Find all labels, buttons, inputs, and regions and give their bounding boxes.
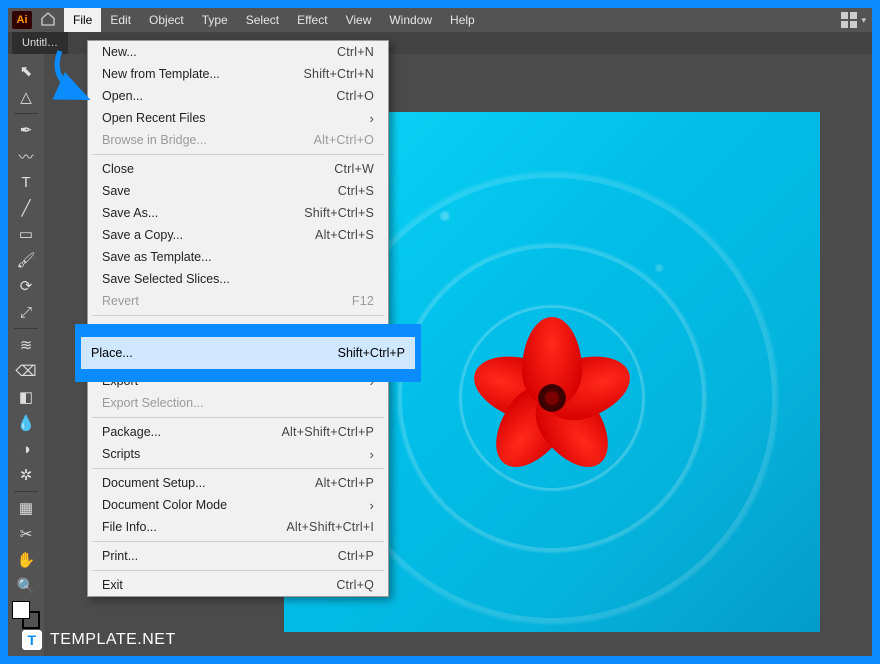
watermark: T TEMPLATE.NET	[22, 630, 176, 650]
document-tab[interactable]: Untitl…	[12, 32, 68, 54]
symbol-sprayer-tool[interactable]: ✲	[12, 462, 40, 488]
zoom-tool[interactable]: 🔍	[12, 573, 40, 599]
menu-item-open[interactable]: Open...Ctrl+O	[88, 85, 388, 107]
watermark-text: TEMPLATE.NET	[50, 631, 176, 649]
menu-item-exit[interactable]: ExitCtrl+Q	[88, 574, 388, 596]
menu-view[interactable]: View	[337, 8, 381, 32]
menu-item-document-setup[interactable]: Document Setup...Alt+Ctrl+P	[88, 472, 388, 494]
pen-tool[interactable]: ✒	[12, 117, 40, 143]
menu-item-export-selection: Export Selection...	[88, 392, 388, 414]
place-shortcut: Shift+Ctrl+P	[338, 346, 405, 360]
menu-item-save-selected-slices[interactable]: Save Selected Slices...	[88, 268, 388, 290]
home-icon[interactable]	[40, 11, 56, 30]
menu-item-open-recent-files[interactable]: Open Recent Files›	[88, 107, 388, 129]
selection-tool[interactable]: ⬉	[12, 58, 40, 84]
line-tool[interactable]: ╱	[12, 195, 40, 221]
menu-item-new[interactable]: New...Ctrl+N	[88, 41, 388, 63]
rotate-tool[interactable]: ⟳	[12, 273, 40, 299]
menu-help[interactable]: Help	[441, 8, 484, 32]
place-label[interactable]: Place...	[91, 346, 133, 360]
eyedropper-tool[interactable]: 💧	[12, 410, 40, 436]
paintbrush-tool[interactable]: 🖌	[12, 247, 40, 273]
width-tool[interactable]: ≋	[12, 332, 40, 358]
menu-item-file-info[interactable]: File Info...Alt+Shift+Ctrl+I	[88, 516, 388, 538]
artboard-tool[interactable]: ▦	[12, 495, 40, 521]
scale-tool[interactable]: ⤢	[12, 299, 40, 325]
menu-window[interactable]: Window	[380, 8, 441, 32]
file-menu-dropdown: New...Ctrl+NNew from Template...Shift+Ct…	[87, 40, 389, 597]
menu-type[interactable]: Type	[193, 8, 237, 32]
tutorial-frame: Ai FileEditObjectTypeSelectEffectViewWin…	[0, 0, 880, 664]
menu-item-save-as[interactable]: Save As...Shift+Ctrl+S	[88, 202, 388, 224]
fill-stroke-swatch[interactable]	[12, 601, 40, 629]
menu-object[interactable]: Object	[140, 8, 193, 32]
eraser-tool[interactable]: ⌫	[12, 358, 40, 384]
app-logo: Ai	[12, 11, 32, 29]
menu-item-save-as-template[interactable]: Save as Template...	[88, 246, 388, 268]
flower-image	[467, 313, 637, 483]
hand-tool[interactable]: ✋	[12, 547, 40, 573]
rectangle-tool[interactable]: ▭	[12, 221, 40, 247]
blend-tool[interactable]: ◑	[12, 436, 40, 462]
workspace-switcher-icon[interactable]: ▾	[841, 12, 866, 28]
direct-selection-tool[interactable]: △	[12, 84, 40, 110]
menu-item-new-from-template[interactable]: New from Template...Shift+Ctrl+N	[88, 63, 388, 85]
curvature-tool[interactable]: 〰	[12, 143, 40, 169]
menu-effect[interactable]: Effect	[288, 8, 336, 32]
slice-tool[interactable]: ✂	[12, 521, 40, 547]
menu-select[interactable]: Select	[237, 8, 288, 32]
illustrator-window: Ai FileEditObjectTypeSelectEffectViewWin…	[8, 8, 872, 656]
menu-file[interactable]: File	[64, 8, 101, 32]
watermark-logo-icon: T	[22, 630, 42, 650]
type-tool[interactable]: T	[12, 169, 40, 195]
menu-item-close[interactable]: CloseCtrl+W	[88, 158, 388, 180]
menu-item-scripts[interactable]: Scripts›	[88, 443, 388, 465]
menu-item-print[interactable]: Print...Ctrl+P	[88, 545, 388, 567]
menu-item-browse-in-bridge: Browse in Bridge...Alt+Ctrl+O	[88, 129, 388, 151]
menu-bar: Ai FileEditObjectTypeSelectEffectViewWin…	[8, 8, 872, 32]
place-highlight: Place... Shift+Ctrl+P	[75, 324, 421, 382]
menu-item-package[interactable]: Package...Alt+Shift+Ctrl+P	[88, 421, 388, 443]
menu-item-save-a-copy[interactable]: Save a Copy...Alt+Ctrl+S	[88, 224, 388, 246]
tool-panel: ⬉△✒〰T╱▭🖌⟳⤢≋⌫◧💧◑✲▦✂✋🔍	[8, 54, 44, 656]
menu-item-save[interactable]: SaveCtrl+S	[88, 180, 388, 202]
gradient-tool[interactable]: ◧	[12, 384, 40, 410]
menu-item-revert: RevertF12	[88, 290, 388, 312]
menu-item-document-color-mode[interactable]: Document Color Mode›	[88, 494, 388, 516]
menu-edit[interactable]: Edit	[101, 8, 140, 32]
